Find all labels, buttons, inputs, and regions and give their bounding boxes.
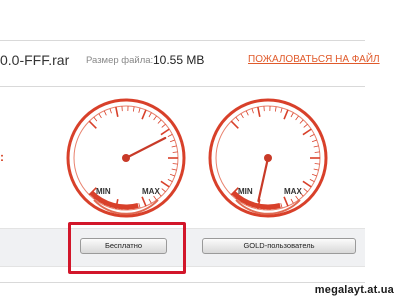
gauge-tick	[138, 107, 141, 113]
gauge-tick	[160, 128, 170, 136]
gauge-tick	[169, 173, 175, 177]
gold-speed-gauge: MIN MAX	[208, 98, 328, 218]
gauge-tick	[161, 123, 166, 128]
watermark: megalayt.at.ua	[314, 284, 394, 296]
gauge-tick	[160, 180, 170, 188]
gauge-tick	[169, 139, 175, 143]
gauge-tick	[257, 106, 261, 117]
gauge-tick	[167, 178, 173, 182]
gauge-needle	[257, 156, 270, 203]
gauge-tick	[141, 196, 147, 207]
gauge-tick	[313, 168, 319, 171]
gauge-tick	[230, 120, 239, 129]
gauge-tick	[93, 116, 98, 122]
gauge-tick	[88, 120, 97, 129]
gauge-tick	[302, 180, 312, 188]
gold-user-button[interactable]: GOLD-пользователь	[202, 238, 356, 254]
gauge-tick	[313, 145, 319, 148]
gauge-tick	[153, 115, 157, 121]
gauge-min-label: MIN	[238, 187, 253, 196]
gauge-tick	[109, 108, 112, 114]
gauge-needle	[124, 136, 167, 160]
gauge-tick	[314, 151, 320, 153]
gauge-tick	[274, 106, 277, 112]
gauge-tick	[161, 188, 166, 193]
gauge-tick	[240, 113, 244, 119]
gauge-tick	[172, 163, 178, 165]
gauge-tick	[311, 139, 317, 143]
gauge-max-label: MAX	[284, 187, 302, 196]
gauge-tick	[157, 119, 162, 124]
gauge-hub	[264, 154, 272, 162]
gauge-tick	[280, 107, 283, 113]
gauge-tick	[311, 173, 317, 177]
gauge-tick	[167, 134, 173, 138]
gauge-tick	[309, 134, 315, 138]
gauge-max-label: MAX	[142, 187, 160, 196]
gauge-tick	[314, 163, 320, 165]
gauge-tick	[148, 112, 152, 118]
gauge-tick	[171, 145, 177, 148]
gauge-tick	[115, 106, 119, 117]
gauge-tick	[303, 123, 308, 128]
gauge-tick	[245, 110, 249, 116]
free-download-button[interactable]: Бесплатно	[80, 238, 167, 254]
gauge-tick	[303, 188, 308, 193]
gauge-tick	[235, 116, 240, 122]
gauge-tick	[141, 109, 147, 120]
gauge-tick	[103, 110, 107, 116]
gauge-tick	[283, 196, 289, 207]
gauge-tick	[280, 203, 283, 209]
gauge-tick	[295, 115, 299, 121]
gauge-tick	[132, 106, 135, 112]
gauge-tick	[148, 198, 152, 204]
gauge-tick	[251, 108, 254, 114]
gauge-tick	[171, 168, 177, 171]
gauge-tick	[290, 112, 294, 118]
gauge-min-label: MIN	[96, 187, 111, 196]
gauge-tick	[98, 113, 102, 119]
gauge-tick	[295, 195, 299, 201]
gauge-tick	[172, 151, 178, 153]
gauge-tick	[138, 203, 141, 209]
gauge-tick	[309, 178, 315, 182]
gauge-tick	[153, 195, 157, 201]
free-speed-gauge: MIN MAX	[66, 98, 186, 218]
gauge-hub	[122, 154, 130, 162]
gauge-tick	[302, 128, 312, 136]
gauge-tick	[290, 198, 294, 204]
bottom-divider	[0, 282, 365, 283]
gauge-tick	[299, 119, 304, 124]
gauge-tick	[283, 109, 289, 120]
